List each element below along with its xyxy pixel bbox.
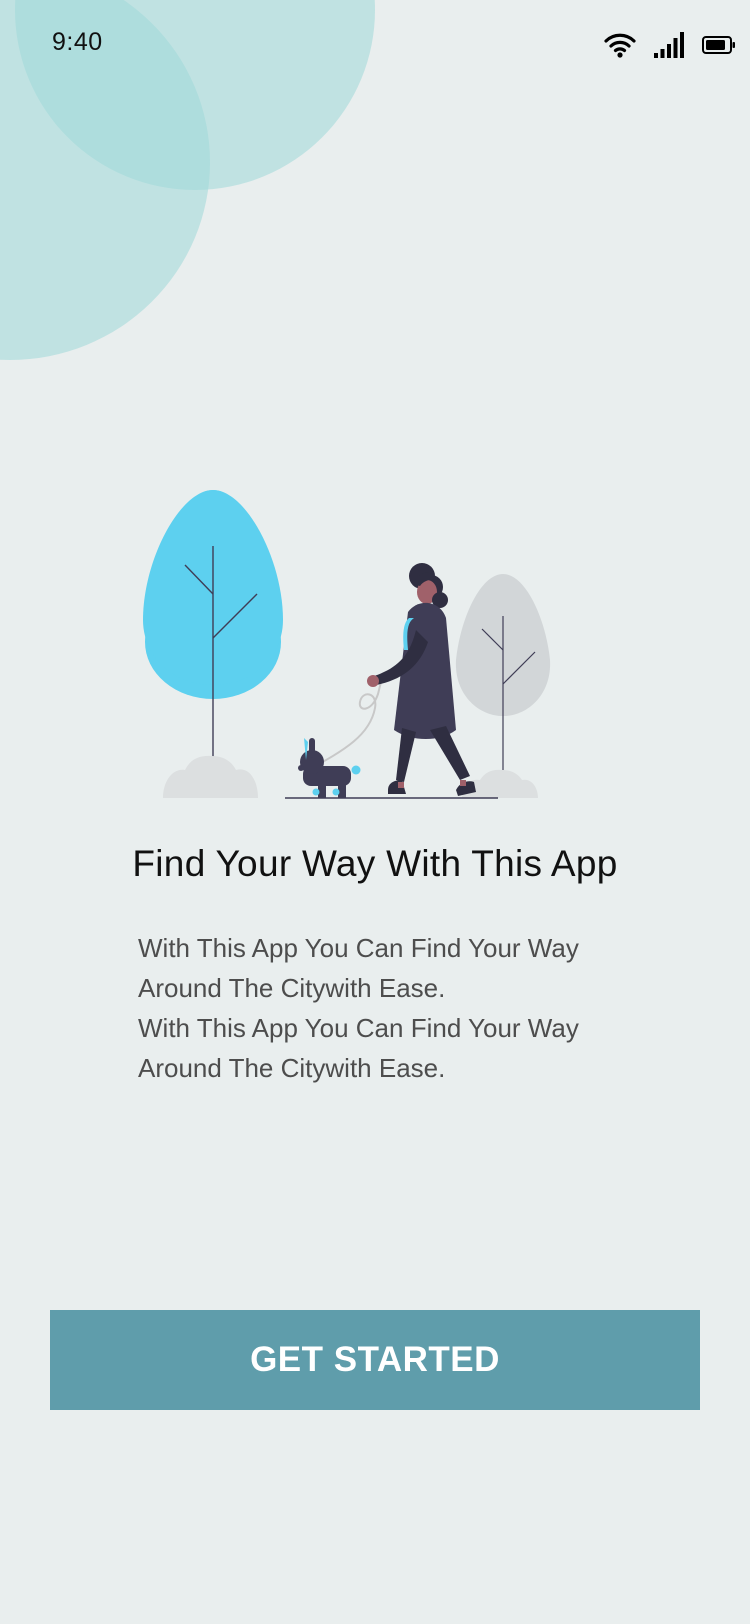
- battery-icon: [702, 36, 736, 54]
- status-icons: [604, 30, 736, 60]
- tree-left-icon: [143, 490, 283, 798]
- status-bar: 9:40: [0, 0, 750, 90]
- wifi-icon: [604, 32, 636, 58]
- onboarding-description: With This App You Can Find Your Way Arou…: [138, 928, 658, 1088]
- description-line: With This App You Can Find Your Way Arou…: [138, 1013, 579, 1083]
- onboarding-title: Find Your Way With This App: [132, 843, 618, 884]
- person-walking-dog-illustration: [143, 490, 551, 799]
- cellular-signal-icon: [654, 31, 686, 59]
- description-line: With This App You Can Find Your Way Arou…: [138, 933, 579, 1003]
- get-started-button[interactable]: GET STARTED: [50, 1310, 700, 1410]
- dog-icon: [298, 738, 361, 798]
- status-time: 9:40: [52, 28, 103, 56]
- tree-right-icon: [455, 574, 551, 798]
- onboarding-screen: 9:40 Find Your Way With This App With Th…: [0, 0, 750, 1624]
